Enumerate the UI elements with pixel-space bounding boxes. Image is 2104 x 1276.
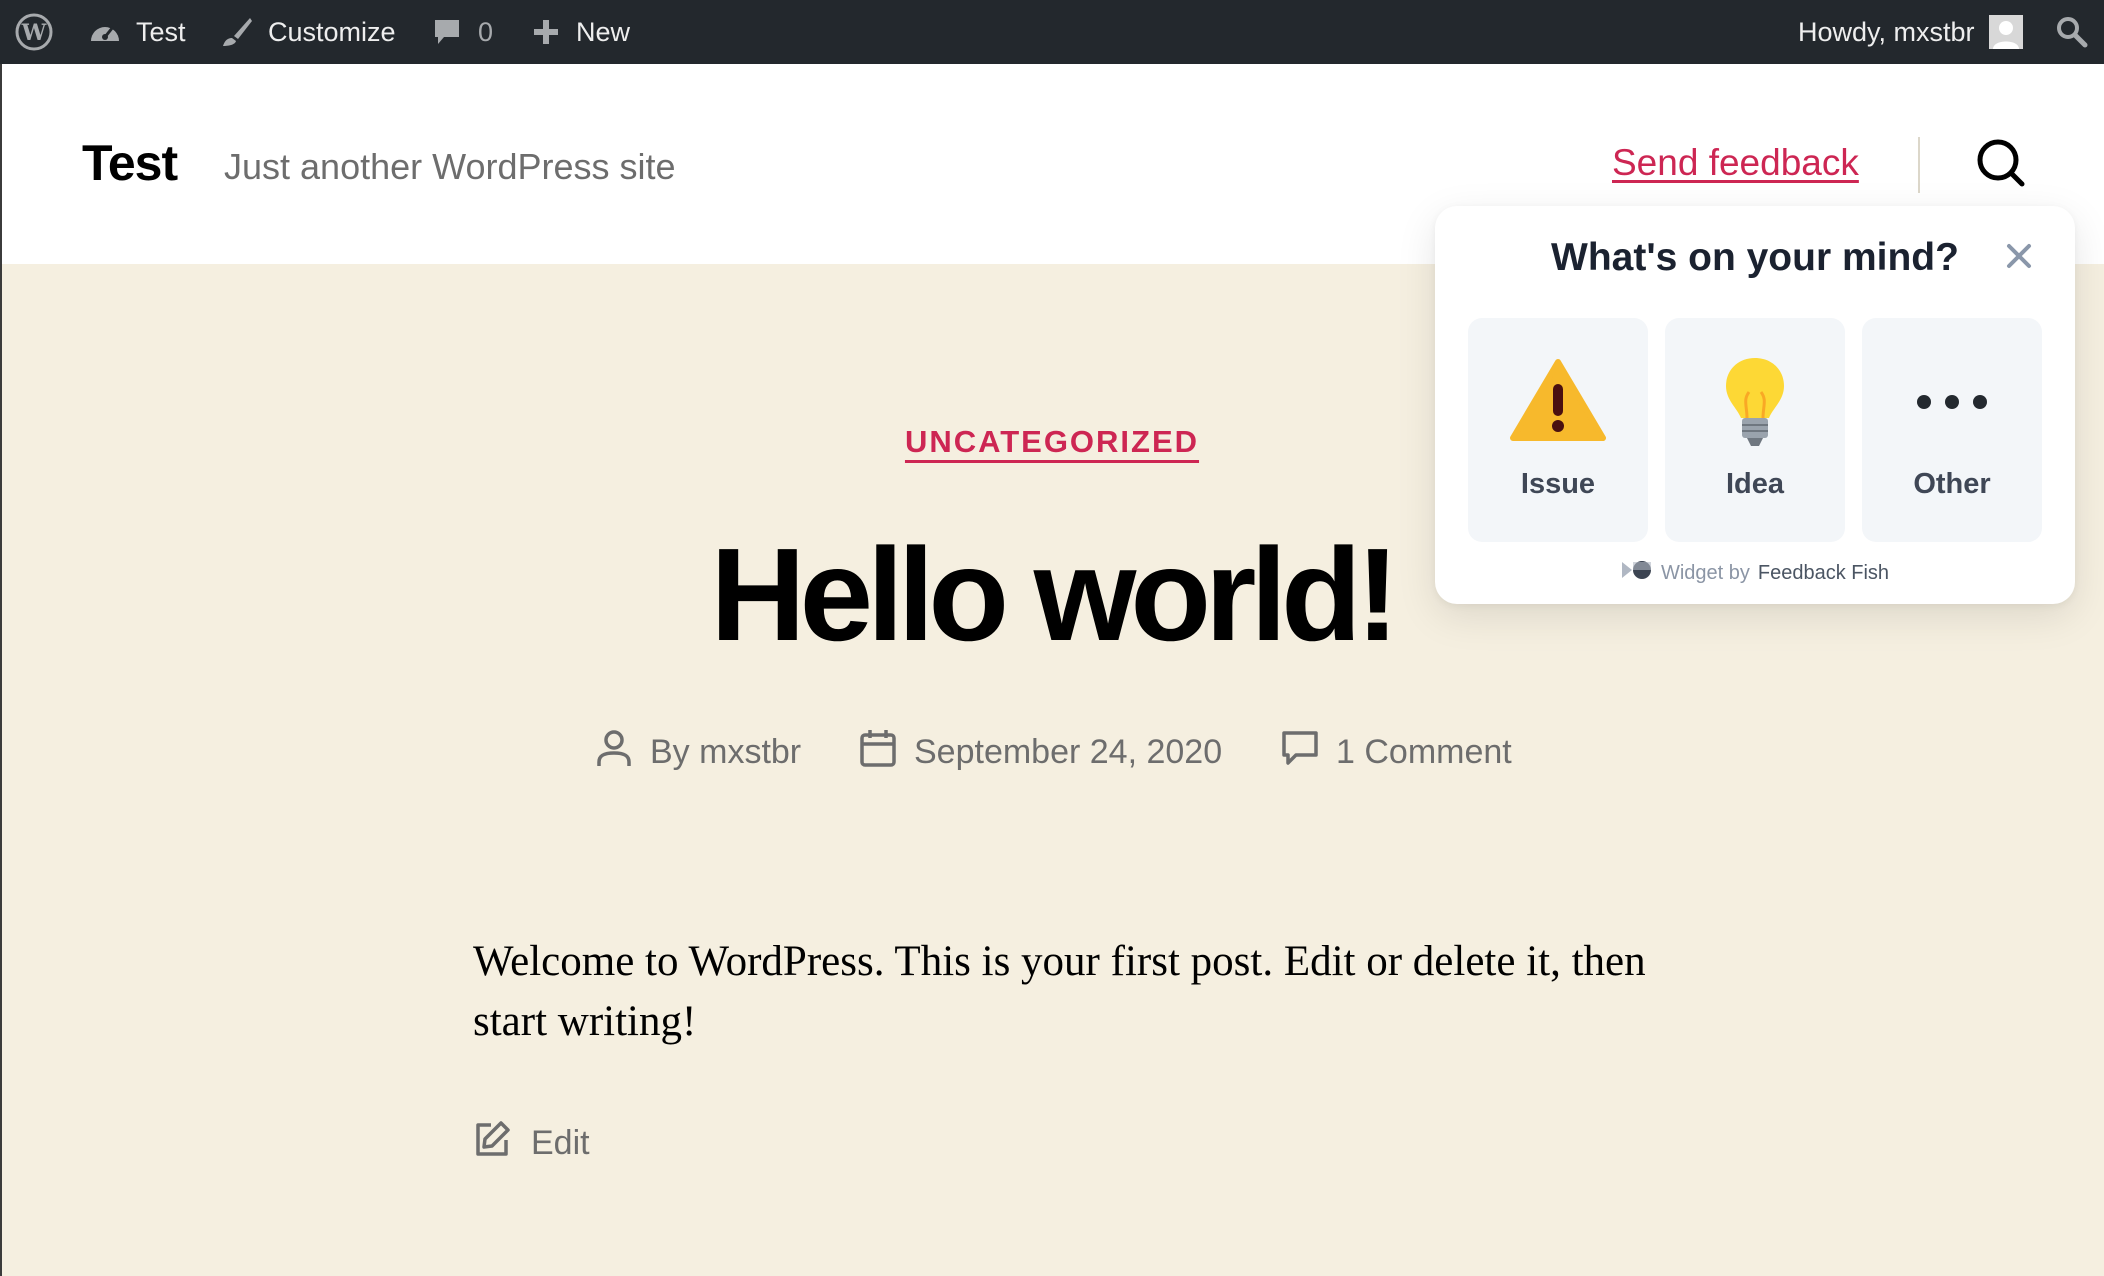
widget-by-text: Widget by <box>1660 561 1750 584</box>
ellipsis-icon <box>1862 394 2042 410</box>
brush-icon <box>220 15 254 49</box>
svg-text:W: W <box>21 20 47 46</box>
post-content: Welcome to WordPress. This is your first… <box>473 938 1646 1045</box>
comment-icon <box>1282 730 1336 775</box>
feedback-option-label: Idea <box>1725 468 1785 500</box>
person-icon <box>596 728 650 777</box>
dashboard-icon <box>88 17 122 47</box>
edit-post-link[interactable]: Edit <box>473 1120 590 1167</box>
admin-bar-new-label: New <box>576 16 631 47</box>
feedback-option-label: Other <box>1913 468 1991 500</box>
feedback-option-issue[interactable]: Issue <box>1468 318 1648 542</box>
post-author[interactable]: By mxstbr <box>596 728 802 777</box>
comment-bubble-icon <box>432 17 462 47</box>
edit-icon <box>473 1120 531 1167</box>
post-author-text: By mxstbr <box>650 732 802 771</box>
plus-icon <box>532 18 560 46</box>
widget-attribution[interactable]: Widget by Feedback Fish <box>1435 560 2075 586</box>
admin-bar-new-link[interactable]: New <box>532 0 630 64</box>
avatar <box>1988 15 2023 49</box>
admin-bar-customize-label: Customize <box>268 16 396 47</box>
admin-bar-howdy: Howdy, mxstbr <box>1798 16 1975 47</box>
admin-bar-customize-link[interactable]: Customize <box>220 0 396 64</box>
feedback-popup: What's on your mind? Issue Idea Other Wi… <box>1435 206 2075 604</box>
admin-bar-comments-count: 0 <box>478 16 494 47</box>
feedback-option-other[interactable]: Other <box>1862 318 2042 542</box>
feedback-fish-logo-icon <box>1621 560 1653 586</box>
site-title[interactable]: Test <box>82 134 178 192</box>
close-icon[interactable] <box>2005 242 2033 275</box>
admin-bar-search-icon[interactable] <box>2056 0 2088 64</box>
calendar-icon <box>860 729 914 776</box>
feedback-option-label: Issue <box>1520 468 1596 500</box>
header-separator <box>1918 137 1920 193</box>
feedback-fish-link[interactable]: Feedback Fish <box>1758 562 1889 585</box>
search-toggle-icon[interactable] <box>1976 138 2026 193</box>
post-date[interactable]: September 24, 2020 <box>860 729 1223 776</box>
admin-bar-site-name: Test <box>136 16 186 47</box>
post-date-text: September 24, 2020 <box>914 732 1223 771</box>
feedback-popup-title: What's on your mind? <box>1551 236 1959 279</box>
feedback-option-idea[interactable]: Idea <box>1665 318 1845 542</box>
site-tagline: Just another WordPress site <box>224 146 676 187</box>
warning-icon <box>1468 358 1648 442</box>
post-comments-text: 1 Comment <box>1336 732 1512 771</box>
edit-link-label: Edit <box>531 1124 590 1162</box>
category-link[interactable]: UNCATEGORIZED <box>905 424 1199 459</box>
post-comments[interactable]: 1 Comment <box>1282 730 1512 774</box>
wordpress-logo-icon[interactable]: W <box>14 0 54 64</box>
send-feedback-link[interactable]: Send feedback <box>1612 142 1859 184</box>
admin-bar: W Test Customize 0 New Howdy, mxstbr <box>0 0 2104 64</box>
admin-bar-account-link[interactable]: Howdy, mxstbr <box>1798 0 2023 64</box>
admin-bar-comments-link[interactable]: 0 <box>432 0 493 64</box>
admin-bar-site-link[interactable]: Test <box>88 0 186 64</box>
lightbulb-icon <box>1665 356 1845 452</box>
